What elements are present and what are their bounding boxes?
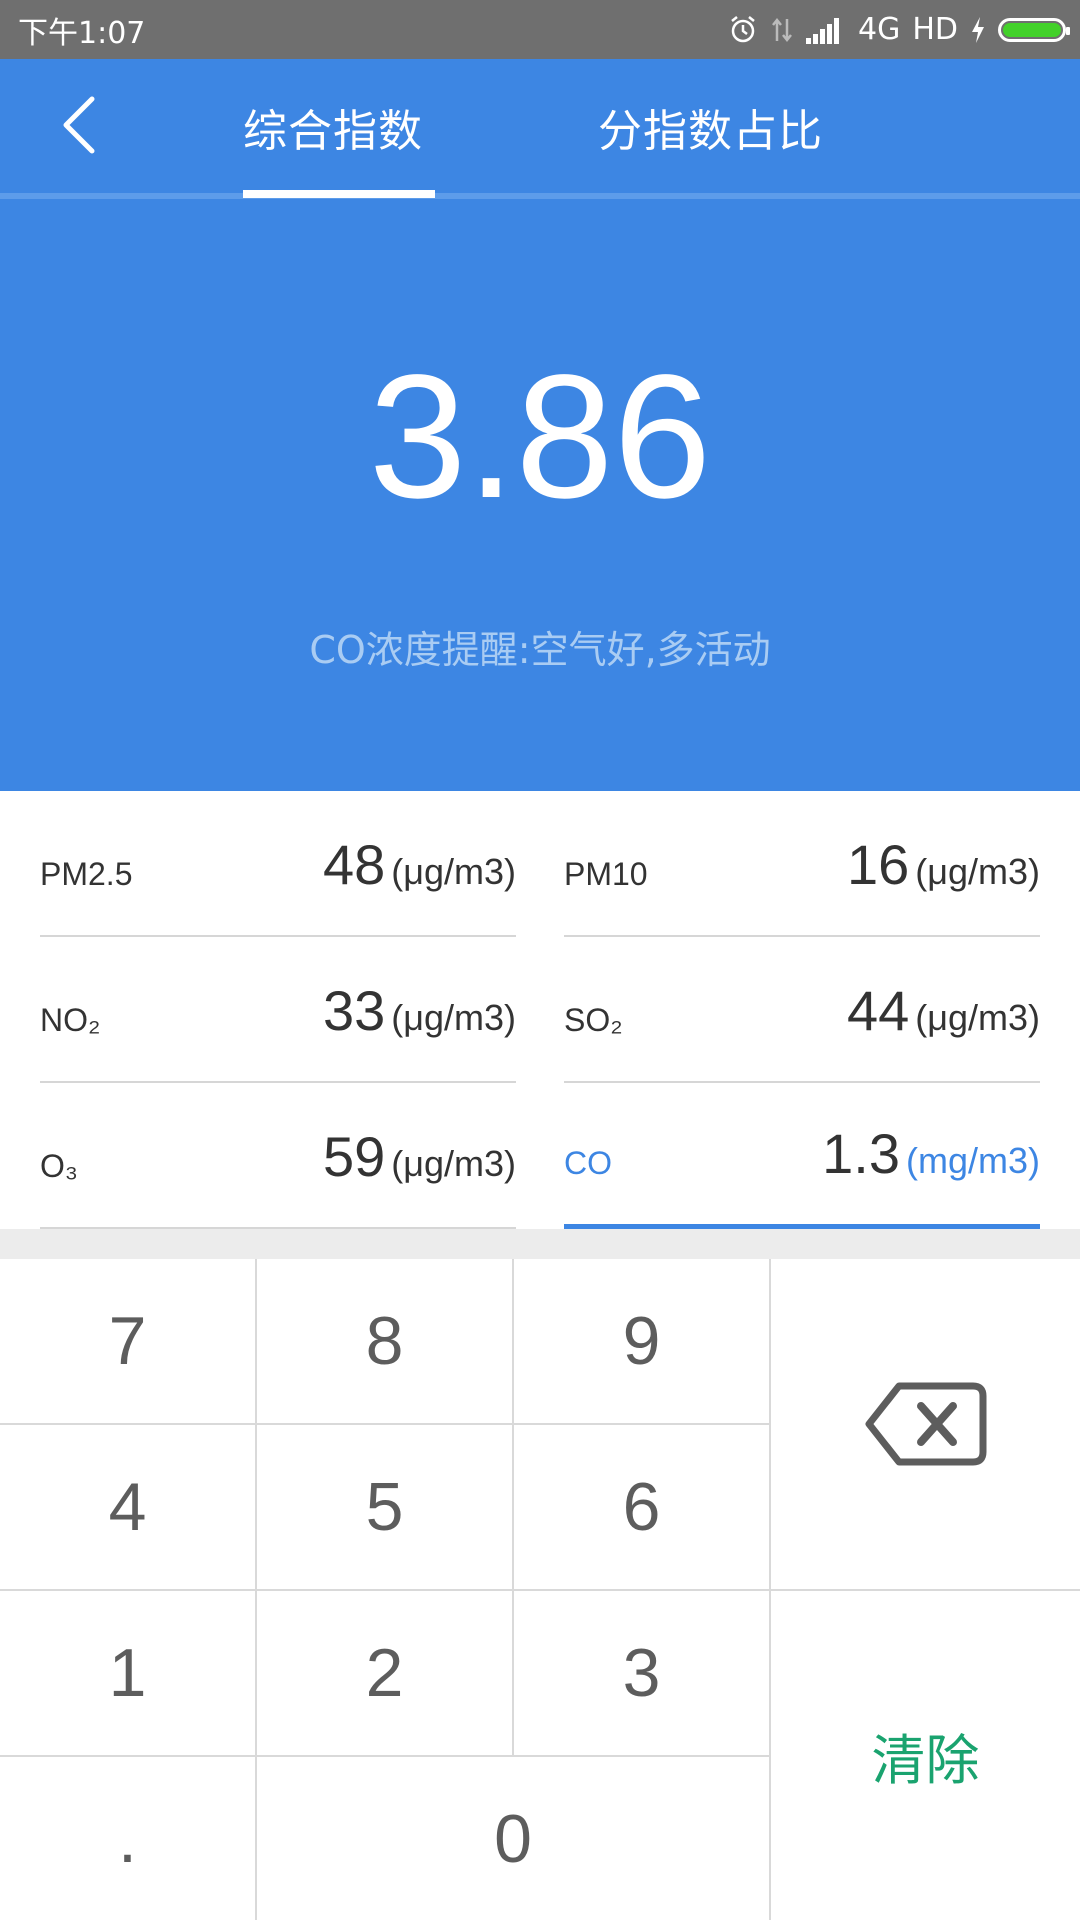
active-tab-indicator bbox=[243, 190, 435, 198]
battery-level bbox=[1003, 22, 1061, 37]
back-button[interactable] bbox=[48, 93, 112, 157]
reading-label: SO₂ bbox=[564, 1002, 623, 1038]
reading-co[interactable]: CO 1.3 (mg/m3) bbox=[564, 1083, 1040, 1229]
reading-label: NO₂ bbox=[40, 1002, 101, 1038]
key-8[interactable]: 8 bbox=[257, 1259, 514, 1425]
chevron-left-icon bbox=[63, 96, 95, 154]
hd-indicator: HD bbox=[912, 12, 958, 47]
composite-index-value: 3.86 bbox=[368, 339, 712, 535]
key-3[interactable]: 3 bbox=[514, 1591, 771, 1757]
reading-value: 33 bbox=[322, 979, 386, 1042]
key-2[interactable]: 2 bbox=[257, 1591, 514, 1757]
reading-no2[interactable]: NO₂ 33 (μg/m3) bbox=[40, 937, 516, 1083]
key-6[interactable]: 6 bbox=[514, 1425, 771, 1591]
tab-composite-index[interactable]: 综合指数 bbox=[243, 95, 423, 159]
reading-unit: (μg/m3) bbox=[391, 1143, 516, 1184]
data-arrows-icon bbox=[770, 15, 794, 45]
air-quality-hint: CO浓度提醒:空气好,多活动 bbox=[309, 628, 771, 672]
status-icons: 4G HD bbox=[728, 12, 1070, 47]
network-type: 4G bbox=[857, 12, 901, 47]
alarm-icon bbox=[728, 15, 758, 45]
key-0[interactable]: 0 bbox=[257, 1757, 771, 1920]
clear-button[interactable]: 清除 bbox=[771, 1591, 1080, 1920]
reading-label: PM10 bbox=[564, 856, 648, 892]
reading-value: 59 bbox=[322, 1125, 386, 1188]
reading-value: 1.3 bbox=[822, 1122, 900, 1185]
reading-o3[interactable]: O₃ 59 (μg/m3) bbox=[40, 1083, 516, 1229]
keypad-separator bbox=[0, 1229, 1080, 1259]
key-decimal[interactable]: . bbox=[0, 1757, 257, 1920]
pollutant-readings: PM2.5 48 (μg/m3) PM10 16 (μg/m3) NO₂ 33 (μg… bbox=[0, 791, 1080, 1229]
reading-unit: (μg/m3) bbox=[391, 851, 516, 892]
tab-sub-index-ratio[interactable]: 分指数占比 bbox=[598, 95, 823, 159]
reading-unit: (mg/m3) bbox=[906, 1140, 1040, 1181]
key-5[interactable]: 5 bbox=[257, 1425, 514, 1591]
reading-pm10[interactable]: PM10 16 (μg/m3) bbox=[564, 791, 1040, 937]
status-time: 下午1:07 bbox=[18, 15, 146, 51]
reading-pm25[interactable]: PM2.5 48 (μg/m3) bbox=[40, 791, 516, 937]
signal-icon bbox=[805, 16, 846, 44]
battery-icon bbox=[998, 17, 1070, 42]
header: 综合指数 分指数占比 bbox=[0, 59, 1080, 199]
key-7[interactable]: 7 bbox=[0, 1259, 257, 1425]
reading-label: CO bbox=[564, 1145, 612, 1181]
reading-unit: (μg/m3) bbox=[391, 997, 516, 1038]
charging-icon bbox=[970, 15, 986, 45]
backspace-button[interactable] bbox=[771, 1259, 1080, 1591]
numeric-keypad: 7 8 9 4 5 6 1 2 3 . 0 清除 bbox=[0, 1259, 1080, 1920]
index-hero: 3.86 CO浓度提醒:空气好,多活动 bbox=[0, 199, 1080, 791]
reading-value: 16 bbox=[846, 833, 910, 896]
reading-value: 48 bbox=[322, 833, 386, 896]
reading-label: O₃ bbox=[40, 1148, 78, 1184]
reading-unit: (μg/m3) bbox=[915, 851, 1040, 892]
reading-label: PM2.5 bbox=[40, 856, 133, 892]
reading-value: 44 bbox=[846, 979, 910, 1042]
status-bar: 下午1:07 4G HD bbox=[0, 0, 1080, 59]
reading-unit: (μg/m3) bbox=[915, 997, 1040, 1038]
key-9[interactable]: 9 bbox=[514, 1259, 771, 1425]
key-4[interactable]: 4 bbox=[0, 1425, 257, 1591]
backspace-icon bbox=[865, 1382, 986, 1466]
key-1[interactable]: 1 bbox=[0, 1591, 257, 1757]
reading-so2[interactable]: SO₂ 44 (μg/m3) bbox=[564, 937, 1040, 1083]
